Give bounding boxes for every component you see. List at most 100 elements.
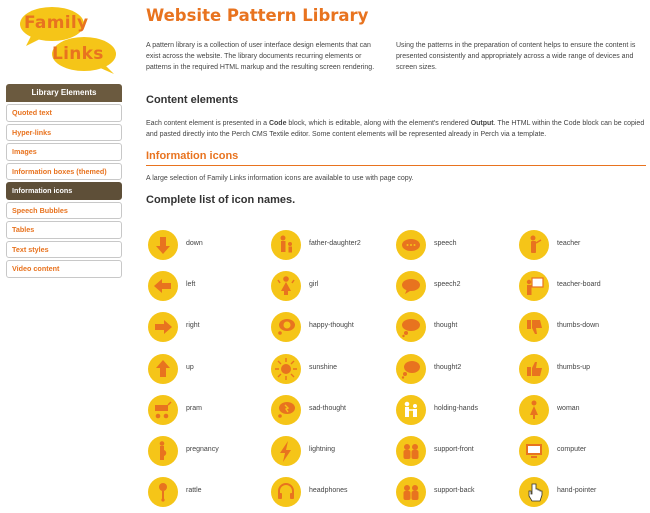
desc-output-keyword: Output — [470, 120, 494, 127]
father-daughter-icon — [271, 230, 301, 260]
icon-entry-support-front: support-front — [396, 436, 520, 472]
icon-entry-hand-pointer: hand-pointer — [519, 477, 643, 513]
thumbs-up-icon — [519, 353, 549, 384]
icon-entry-holding-hands: holding-hands — [396, 394, 520, 431]
desc-text-2: block, which is editable, along with the… — [286, 120, 471, 127]
arrow-down-icon — [148, 230, 178, 260]
icon-name-label: pram — [186, 404, 202, 412]
girl-icon — [271, 271, 301, 302]
sidebar-item-information-icons[interactable]: Information icons — [6, 182, 122, 200]
icon-entry-teacher: teacher — [519, 230, 643, 266]
icon-entry-happy-thought: happy-thought — [271, 312, 395, 348]
teacher-icon — [519, 230, 549, 260]
icon-name-label: happy-thought — [309, 322, 354, 330]
sidebar-items: Quoted text Hyper-links Images Information … — [6, 104, 122, 278]
icon-entry-left: left — [148, 271, 272, 307]
icon-name-label: holding-hands — [434, 404, 478, 412]
icon-name-label: thumbs-up — [557, 363, 591, 371]
support-back-icon — [396, 477, 426, 508]
icon-entry-speech2: speech2 — [396, 271, 520, 307]
icon-name-label: pregnancy — [186, 446, 219, 453]
pregnancy-icon — [148, 436, 178, 466]
logo-word-family: Family — [24, 13, 89, 33]
information-icons-heading: Information icons — [146, 150, 646, 166]
hand-pointer-icon — [519, 477, 549, 508]
icon-entry-sad-thought: sad-thought — [271, 394, 395, 431]
sidebar-item-video-content[interactable]: Video content — [6, 260, 122, 278]
icon-name-label: lightning — [309, 446, 336, 453]
icon-entry-pregnancy: pregnancy — [148, 436, 272, 472]
content-elements-heading: Content elements — [146, 94, 239, 106]
icon-entry-pram: pram — [148, 394, 272, 431]
sidebar-header: Library Elements — [6, 84, 122, 102]
icon-entry-support-back: support-back — [396, 477, 520, 513]
thumbs-down-icon — [519, 312, 549, 343]
icon-name-label: support-back — [434, 487, 475, 495]
headphones-icon — [271, 477, 301, 508]
icon-name-label: up — [186, 363, 194, 371]
sad-thought-icon — [271, 394, 301, 425]
arrow-left-icon — [148, 271, 178, 302]
teacher-board-icon — [519, 271, 549, 302]
icon-name-label: speech — [434, 240, 457, 247]
intro-left-paragraph: A pattern library is a collection of use… — [146, 42, 375, 71]
sunshine-icon — [271, 353, 301, 384]
page-title: Website Pattern Library — [146, 6, 369, 25]
sidebar-item-text-styles[interactable]: Text styles — [6, 240, 122, 258]
icon-name-label: thought2 — [434, 363, 462, 371]
family-links-logo[interactable]: Family Links — [18, 4, 122, 76]
speech-bubble-icon — [396, 230, 426, 260]
sidebar-item-images[interactable]: Images — [6, 143, 122, 161]
thought-bubble-2-icon — [396, 353, 426, 384]
icon-name-label: speech2 — [434, 281, 461, 289]
thought-bubble-icon — [396, 312, 426, 343]
icon-entry-right: right — [148, 312, 272, 348]
woman-icon — [519, 394, 549, 425]
icon-name-label: left — [186, 281, 196, 289]
support-front-icon — [396, 436, 426, 466]
pram-icon — [148, 394, 178, 425]
holding-hands-icon — [396, 394, 426, 425]
icon-list-heading: Complete list of icon names. — [146, 194, 296, 206]
arrow-up-icon — [148, 353, 178, 384]
arrow-right-icon — [148, 312, 178, 343]
desc-text-1: Each content element is presented in a — [146, 120, 269, 127]
happy-thought-icon — [271, 312, 301, 343]
content-elements-description: Each content element is presented in a C… — [146, 118, 646, 140]
logo-word-links: Links — [52, 44, 104, 64]
sidebar-item-speech-bubbles[interactable]: Speech Bubbles — [6, 201, 122, 219]
icon-entry-thumbs-down: thumbs-down — [519, 312, 643, 348]
icon-entry-woman: woman — [519, 394, 643, 431]
icon-entry-up: up — [148, 353, 272, 390]
icon-name-label: teacher — [557, 240, 581, 247]
icon-entry-down: down — [148, 230, 272, 266]
icon-name-label: headphones — [309, 487, 348, 495]
sidebar-item-tables[interactable]: Tables — [6, 221, 122, 239]
icon-entry-sunshine: sunshine — [271, 353, 395, 390]
sidebar-item-information-boxes-themed[interactable]: Information boxes (themed) — [6, 162, 122, 180]
icon-name-label: father-daughter2 — [309, 240, 361, 247]
icon-name-label: teacher-board — [557, 281, 601, 289]
information-icons-description: A large selection of Family Links inform… — [146, 175, 414, 182]
rattle-icon — [148, 477, 178, 508]
icon-entry-rattle: rattle — [148, 477, 272, 513]
icon-name-label: right — [186, 322, 200, 330]
icon-name-label: girl — [309, 281, 319, 289]
icon-name-label: computer — [557, 446, 587, 453]
sidebar-item-hyper-links[interactable]: Hyper-links — [6, 123, 122, 141]
icon-name-label: thought — [434, 322, 458, 330]
icon-name-label: down — [186, 240, 203, 247]
sidebar-item-quoted-text[interactable]: Quoted text — [6, 104, 122, 122]
icon-entry-speech: speech — [396, 230, 520, 266]
icon-name-label: rattle — [186, 487, 202, 495]
icon-name-label: sad-thought — [309, 404, 346, 412]
icon-entry-thought2: thought2 — [396, 353, 520, 390]
icon-entry-teacher-board: teacher-board — [519, 271, 643, 307]
icon-entry-father-daughter2: father-daughter2 — [271, 230, 395, 266]
icon-entry-thumbs-up: thumbs-up — [519, 353, 643, 390]
icon-entry-headphones: headphones — [271, 477, 395, 513]
lightning-icon — [271, 436, 301, 466]
icon-entry-lightning: lightning — [271, 436, 395, 472]
icon-name-label: sunshine — [309, 363, 338, 371]
icon-name-label: support-front — [434, 446, 474, 453]
